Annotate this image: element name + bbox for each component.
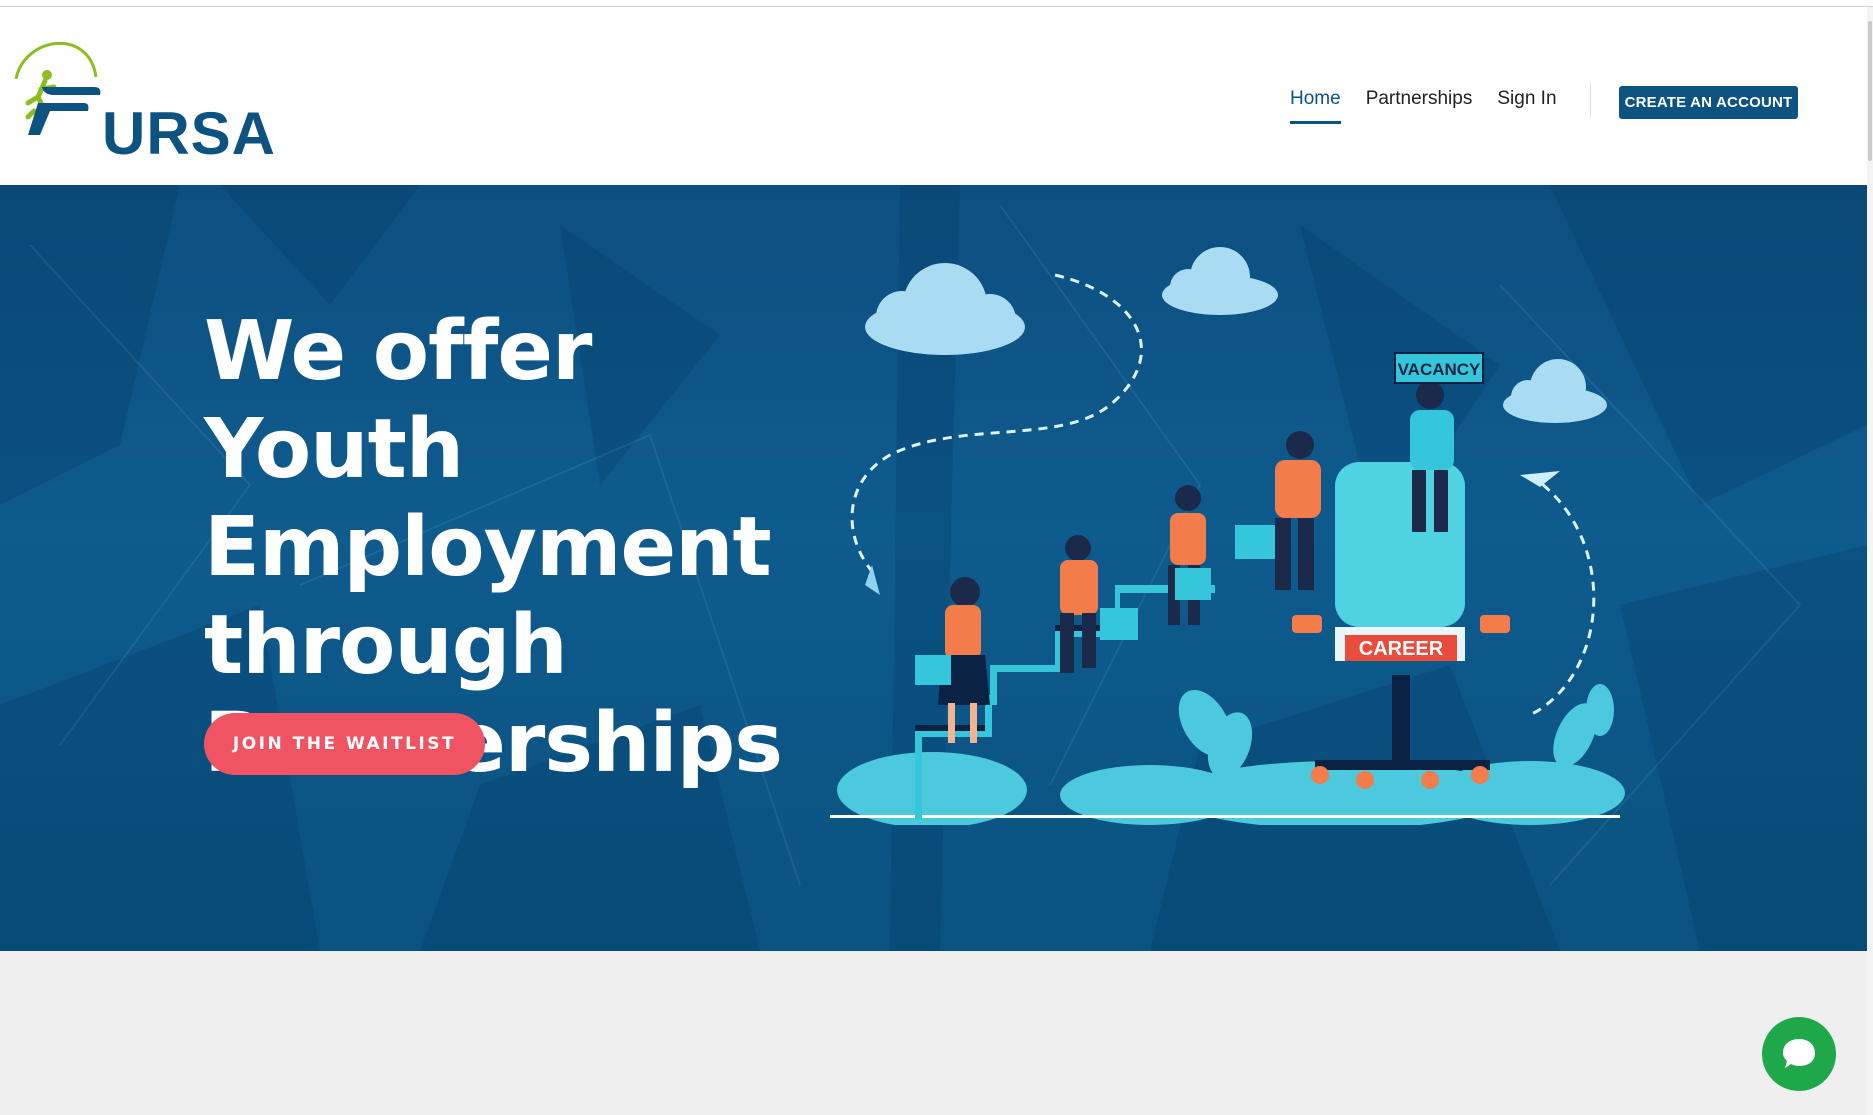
- chair-career-label: CAREER: [1359, 638, 1444, 660]
- scrollbar-thumb[interactable]: [1868, 21, 1872, 161]
- vacancy-sign-label: VACANCY: [1398, 360, 1481, 379]
- fursa-logo[interactable]: URSA: [14, 37, 277, 167]
- career-ladder-illustration: CAREER VACANCY: [830, 247, 1625, 825]
- nav-partnerships[interactable]: Partnerships: [1366, 87, 1473, 121]
- nav-home[interactable]: Home: [1290, 87, 1341, 124]
- nav-sign-in[interactable]: Sign In: [1497, 87, 1556, 121]
- browser-top-edge: [0, 0, 1873, 7]
- site-header: URSA Home Partnerships Sign In CREATE AN…: [0, 7, 1867, 185]
- create-account-button[interactable]: CREATE AN ACCOUNT: [1619, 86, 1798, 119]
- chat-bubble-icon: [1783, 1039, 1815, 1068]
- page-scrollbar[interactable]: [1867, 7, 1873, 1115]
- nav-divider: [1589, 83, 1591, 117]
- chat-widget-button[interactable]: [1762, 1017, 1836, 1091]
- main-nav: Home Partnerships Sign In: [1290, 83, 1623, 127]
- logo-wordmark: URSA: [102, 100, 277, 167]
- hero-section: We offer Youth Employment through Partne…: [0, 185, 1867, 951]
- join-waitlist-button[interactable]: JOIN THE WAITLIST: [204, 713, 485, 775]
